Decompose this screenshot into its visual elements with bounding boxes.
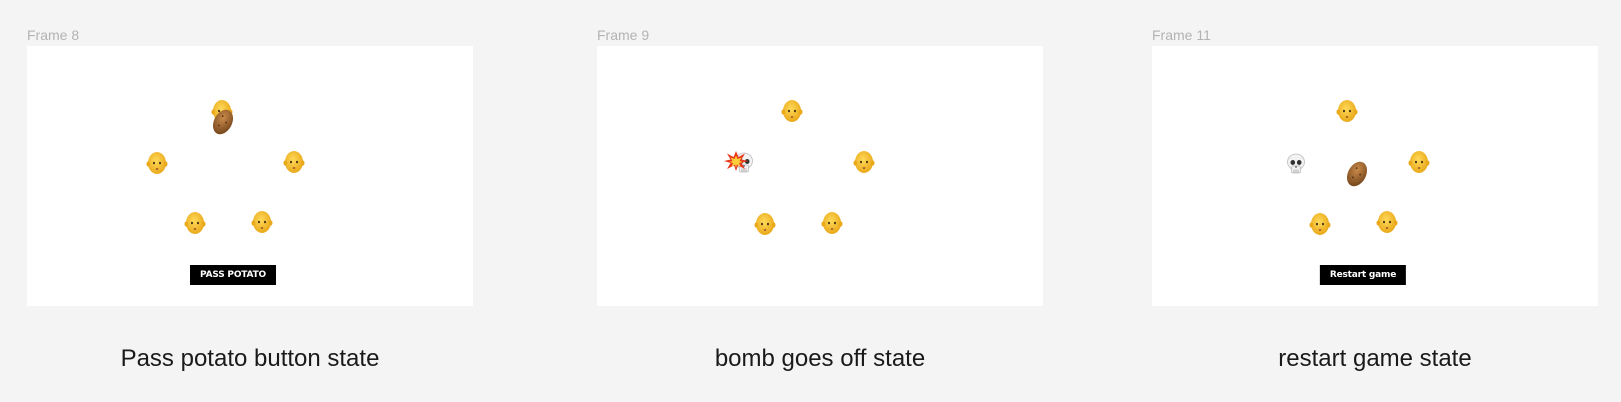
frame-caption: restart game state [1278, 345, 1472, 372]
restart-game-button[interactable]: Restart game [1319, 265, 1407, 285]
frame-caption: Pass potato button state [120, 345, 380, 372]
person-face-icon [184, 211, 206, 235]
frame-restart-game: Restart game [1152, 46, 1598, 306]
frame-label: Frame 9 [597, 27, 650, 43]
person-face-icon [1336, 99, 1358, 123]
frame-label: Frame 11 [1152, 27, 1211, 43]
person-face-icon [754, 212, 776, 236]
skull-icon [1286, 153, 1306, 175]
frame-pass-potato: PASS POTATO [27, 46, 473, 306]
person-face-icon [146, 151, 168, 175]
person-face-icon [251, 210, 273, 234]
frame-label: Frame 8 [27, 27, 80, 43]
potato-icon [1341, 156, 1374, 191]
person-face-icon [853, 150, 875, 174]
person-face-icon [1309, 212, 1331, 236]
person-face-icon [821, 211, 843, 235]
explosion-icon [723, 150, 749, 172]
frame-bomb-off [597, 46, 1043, 306]
pass-potato-button[interactable]: PASS POTATO [190, 265, 276, 285]
person-face-icon [1408, 150, 1430, 174]
person-face-icon [283, 150, 305, 174]
person-face-icon [781, 99, 803, 123]
person-face-icon [1376, 210, 1398, 234]
frame-caption: bomb goes off state [714, 345, 926, 372]
